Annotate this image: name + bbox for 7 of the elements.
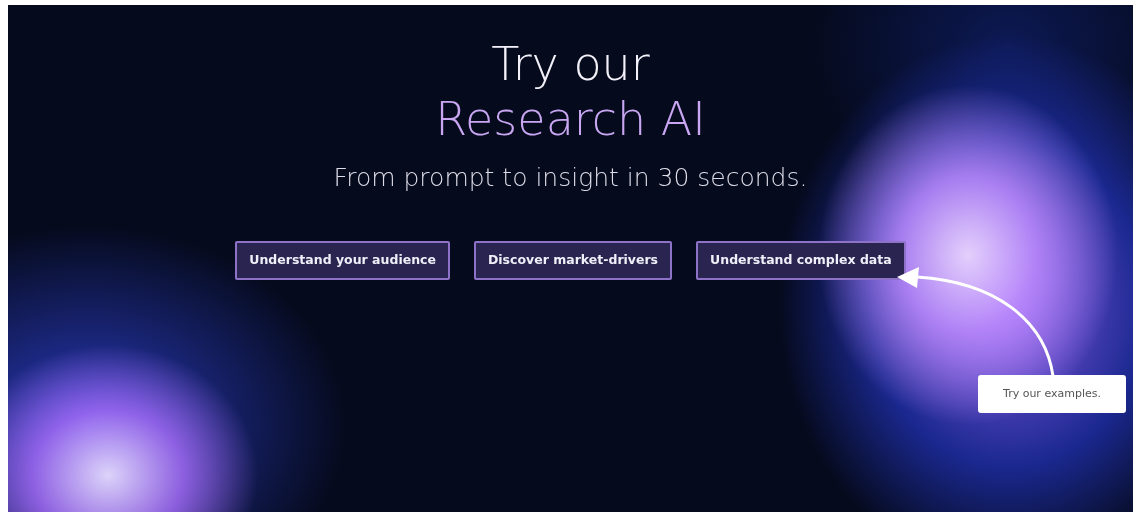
hero-subtitle: From prompt to insight in 30 seconds.: [332, 162, 809, 195]
callout-label: Try our examples.: [978, 375, 1126, 413]
hero-title: Try our: [490, 37, 651, 93]
example-button[interactable]: Understand complex data: [696, 240, 906, 280]
example-button[interactable]: Understand your audience: [235, 240, 450, 280]
example-button[interactable]: Discover market-drivers: [473, 240, 673, 280]
hero-title: Research AI: [434, 92, 707, 148]
